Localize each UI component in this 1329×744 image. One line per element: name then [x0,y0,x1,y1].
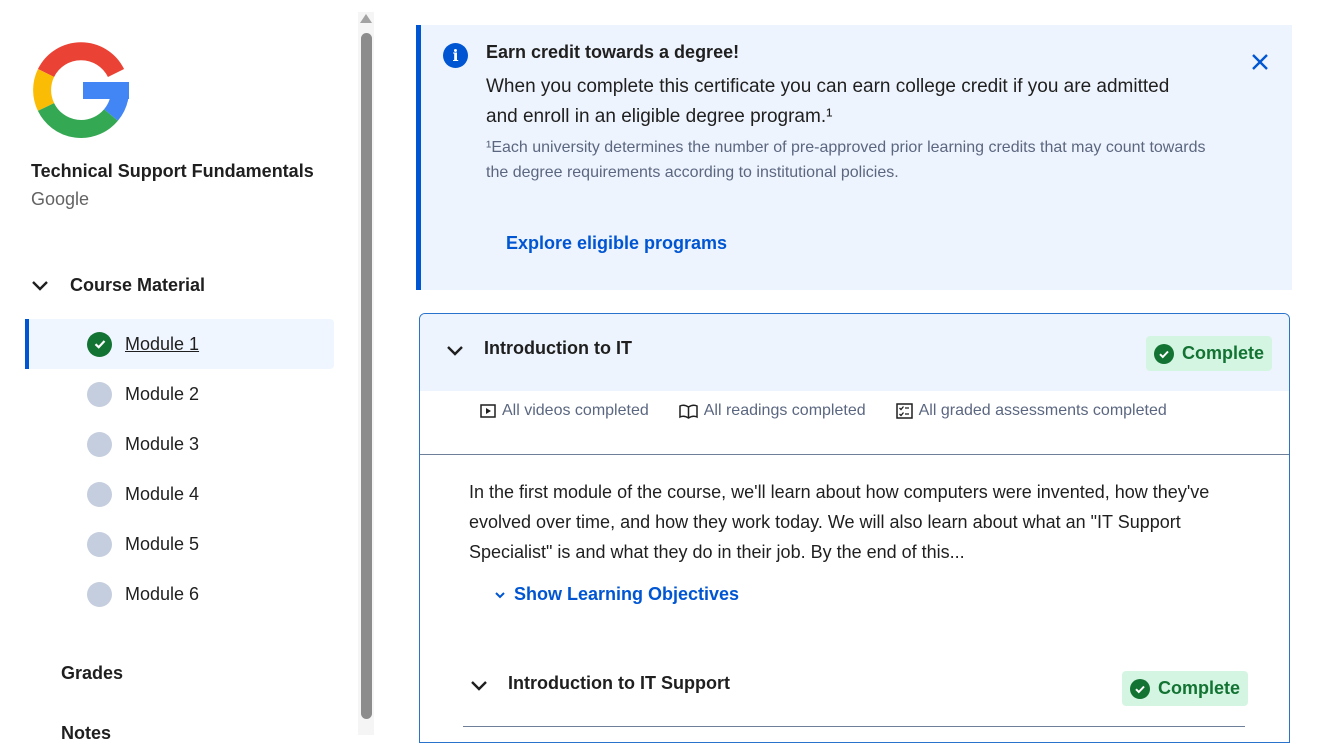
sidebar-item-notes[interactable]: Notes [61,723,111,744]
incomplete-circle-icon [87,581,112,607]
check-circle-icon [1130,678,1150,699]
info-icon: i [443,43,468,68]
module-label: Module 1 [125,333,200,354]
check-circle-icon [87,331,112,357]
sidebar-item-grades[interactable]: Grades [61,663,123,684]
show-learning-objectives-button[interactable]: Show Learning Objectives [492,584,739,605]
module-description: In the first module of the course, we'll… [469,482,1210,562]
chevron-down-icon [32,281,48,291]
close-icon[interactable] [1249,51,1271,73]
module-label: Module 2 [125,383,200,404]
incomplete-circle-icon [87,481,112,507]
assessments-stat-label: All graded assessments completed [918,402,1167,419]
course-material-label: Course Material [70,274,206,295]
videos-stat: All videos completed [480,402,649,420]
incomplete-circle-icon [87,531,112,557]
sidebar-item-module-1[interactable]: Module 1 [25,319,334,369]
chevron-down-icon [495,591,505,598]
lesson-title: Introduction to IT Support [508,673,730,693]
sidebar-item-module-5[interactable]: Module 5 [25,519,334,569]
module-label: Module 5 [125,533,200,554]
readings-stat: All readings completed [679,402,866,420]
banner-body: When you complete this certificate you c… [486,76,1170,127]
divider [420,454,1289,455]
module-label: Module 4 [125,483,200,504]
banner-title: Earn credit towards a degree! [486,42,740,62]
google-logo [33,42,130,138]
status-badge: Complete [1122,671,1249,706]
module-title: Introduction to IT [484,338,632,358]
course-title: Technical Support Fundamentals [31,161,314,181]
status-badge-label: Complete [1182,343,1265,363]
incomplete-circle-icon [87,431,112,457]
module-label: Module 6 [125,583,200,604]
explore-eligible-programs-link[interactable]: Explore eligible programs [506,233,727,254]
banner-footnote: ¹Each university determines the number o… [486,139,1206,181]
sidebar-scrollbar-thumb[interactable] [361,33,372,719]
incomplete-circle-icon [87,381,112,407]
chevron-down-icon[interactable] [467,673,491,697]
readings-stat-label: All readings completed [703,402,866,419]
sidebar-item-module-4[interactable]: Module 4 [25,469,334,519]
status-badge-label: Complete [1158,678,1241,698]
sidebar: Technical Support Fundamentals Google Co… [0,0,356,743]
assessments-stat: All graded assessments completed [895,402,1167,420]
scroll-up-arrow-icon[interactable] [360,14,372,23]
chevron-down-icon[interactable] [443,338,467,362]
check-circle-icon [1154,343,1174,364]
module-label: Module 3 [125,433,200,454]
sidebar-item-module-6[interactable]: Module 6 [25,569,334,619]
sidebar-item-module-2[interactable]: Module 2 [25,369,334,419]
show-learning-objectives-label: Show Learning Objectives [514,584,740,604]
video-icon [480,404,496,418]
module-progress-stats: All videos completed All readings comple… [480,402,1197,420]
status-badge: Complete [1146,336,1273,371]
sidebar-item-module-3[interactable]: Module 3 [25,419,334,469]
videos-stat-label: All videos completed [502,402,649,419]
course-organization: Google [31,189,90,209]
book-icon [679,403,698,419]
divider [463,726,1245,727]
course-material-toggle[interactable]: Course Material [28,270,205,300]
assessment-icon [895,403,913,419]
